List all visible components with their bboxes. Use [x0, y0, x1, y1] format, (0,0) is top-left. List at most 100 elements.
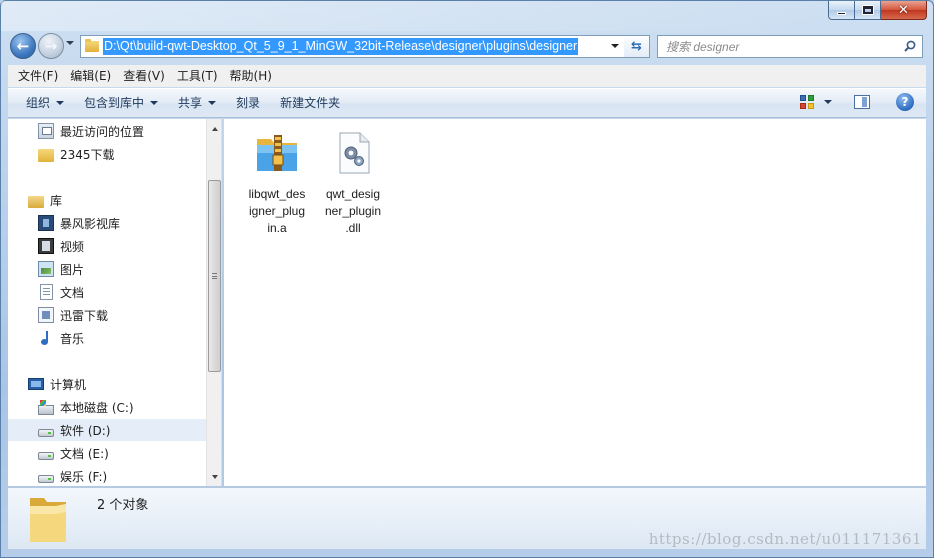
- search-icon[interactable]: [904, 40, 916, 52]
- nav-item-drive-e[interactable]: 文档 (E:): [38, 442, 109, 464]
- chevron-down-icon: [56, 101, 65, 105]
- file-item[interactable]: libqwt_des igner_plug in.a: [244, 129, 310, 237]
- dll-settings-icon: [339, 132, 370, 174]
- share-button[interactable]: 共享: [168, 93, 226, 113]
- include-in-library-label: 包含到库中: [84, 96, 145, 110]
- back-button[interactable]: ←: [10, 33, 36, 59]
- back-arrow-icon: ←: [16, 36, 30, 55]
- nav-item-recent-places[interactable]: 最近访问的位置: [38, 120, 144, 142]
- system-drive-icon: [38, 399, 54, 415]
- title-bar[interactable]: [1, 1, 821, 31]
- nav-item-label: 最近访问的位置: [60, 124, 145, 139]
- drive-icon: [38, 429, 54, 437]
- nav-item-label: 视频: [60, 239, 85, 254]
- nav-item-2345-downloads[interactable]: 2345下载: [38, 143, 115, 165]
- nav-item-label: 文档 (E:): [60, 446, 109, 461]
- scrollbar-thumb[interactable]: [208, 180, 221, 372]
- caption-buttons: ✕: [828, 1, 927, 21]
- navigation-pane: 最近访问的位置 2345下载 库 暴风影视库 视频 图片 文档 迅雷下载 音乐 …: [8, 119, 222, 486]
- burn-button[interactable]: 刻录: [226, 93, 270, 113]
- document-icon: [40, 284, 53, 300]
- nav-item-computer[interactable]: 计算机: [28, 373, 86, 395]
- library-icon: [28, 195, 44, 208]
- preview-pane-icon[interactable]: [854, 95, 870, 109]
- file-name: libqwt_des igner_plug in.a: [248, 187, 306, 235]
- nav-item-label: 娱乐 (F:): [60, 469, 108, 484]
- drive-icon: [38, 452, 54, 460]
- menu-file[interactable]: 文件(F): [12, 66, 64, 86]
- watermark-text: https://blog.csdn.net/u011171361: [648, 530, 922, 548]
- forward-arrow-icon: →: [44, 36, 58, 55]
- burn-label: 刻录: [236, 96, 261, 110]
- menu-bar: 文件(F) 编辑(E) 查看(V) 工具(T) 帮助(H): [8, 65, 926, 87]
- video-library-icon: [38, 215, 54, 231]
- nav-item-label: 迅雷下载: [60, 308, 109, 323]
- nav-item-video-library[interactable]: 暴风影视库: [38, 212, 120, 234]
- close-button[interactable]: ✕: [881, 1, 927, 20]
- item-count: 2 个对象: [97, 498, 149, 513]
- file-item[interactable]: qwt_desig ner_plugin .dll: [320, 129, 386, 237]
- scroll-up-button[interactable]: [207, 121, 221, 137]
- nav-item-documents[interactable]: 文档: [38, 281, 84, 303]
- refresh-icon: ⇆: [631, 39, 642, 54]
- nav-item-label: 软件 (D:): [60, 423, 111, 438]
- forward-button[interactable]: →: [38, 33, 64, 59]
- address-bar[interactable]: D:\Qt\build-qwt-Desktop_Qt_5_9_1_MinGW_3…: [80, 35, 626, 58]
- chevron-down-icon: [212, 475, 218, 479]
- maximize-icon: [862, 6, 873, 14]
- nav-item-drive-d[interactable]: 软件 (D:): [8, 419, 206, 441]
- nav-item-label: 计算机: [50, 377, 87, 392]
- close-icon: ✕: [898, 2, 909, 18]
- chevron-down-icon: [208, 101, 217, 105]
- menu-tools[interactable]: 工具(T): [171, 66, 224, 86]
- change-view-icon[interactable]: [800, 95, 814, 109]
- recent-pages-dropdown-icon[interactable]: [66, 41, 74, 45]
- nav-item-label: 图片: [60, 262, 85, 277]
- menu-help[interactable]: 帮助(H): [224, 66, 278, 86]
- search-box[interactable]: [657, 35, 923, 58]
- minimize-button[interactable]: [828, 1, 855, 20]
- command-bar-right: ?: [800, 93, 926, 111]
- maximize-button[interactable]: [855, 1, 881, 20]
- navigation-row: ← → D:\Qt\build-qwt-Desktop_Qt_5_9_1_Min…: [10, 32, 926, 60]
- chevron-down-icon: [150, 101, 159, 105]
- address-path[interactable]: D:\Qt\build-qwt-Desktop_Qt_5_9_1_MinGW_3…: [103, 38, 579, 55]
- music-icon: [38, 330, 54, 346]
- download-icon: [38, 307, 54, 323]
- navigation-scrollbar[interactable]: [206, 119, 221, 486]
- organize-label: 组织: [26, 96, 51, 110]
- menu-view[interactable]: 查看(V): [117, 66, 171, 86]
- film-icon: [38, 238, 54, 254]
- file-list[interactable]: libqwt_des igner_plug in.a qwt_desig ner_pl…: [224, 119, 926, 486]
- nav-item-music[interactable]: 音乐: [38, 327, 84, 349]
- nav-item-label: 本地磁盘 (C:): [60, 400, 134, 415]
- folder-icon: [38, 148, 54, 162]
- search-input[interactable]: [666, 39, 902, 54]
- address-dropdown-icon[interactable]: [611, 44, 619, 48]
- chevron-up-icon: [212, 127, 218, 131]
- nav-item-label: 暴风影视库: [60, 216, 121, 231]
- nav-item-label: 文档: [60, 285, 85, 300]
- organize-button[interactable]: 组织: [8, 93, 74, 113]
- recent-places-icon: [38, 123, 54, 139]
- help-icon[interactable]: ?: [896, 93, 914, 111]
- nav-item-drive-c[interactable]: 本地磁盘 (C:): [38, 396, 134, 418]
- archive-icon: [257, 135, 297, 171]
- nav-item-drive-f[interactable]: 娱乐 (F:): [38, 465, 107, 486]
- nav-item-pictures[interactable]: 图片: [38, 258, 84, 280]
- include-in-library-button[interactable]: 包含到库中: [74, 93, 168, 113]
- nav-item-videos[interactable]: 视频: [38, 235, 84, 257]
- nav-item-libraries[interactable]: 库: [28, 189, 62, 211]
- menu-edit[interactable]: 编辑(E): [64, 66, 117, 86]
- view-options-dropdown-icon[interactable]: [824, 100, 832, 104]
- folder-icon: [85, 39, 99, 52]
- picture-icon: [38, 261, 54, 277]
- scroll-down-button[interactable]: [207, 469, 221, 485]
- new-folder-button[interactable]: 新建文件夹: [270, 93, 350, 113]
- grip-icon: [212, 273, 217, 279]
- share-label: 共享: [178, 96, 203, 110]
- command-bar: 组织 包含到库中 共享 刻录 新建文件夹 ?: [8, 88, 926, 118]
- nav-item-xunlei-downloads[interactable]: 迅雷下载: [38, 304, 108, 326]
- refresh-button[interactable]: ⇆: [624, 35, 650, 58]
- file-name: qwt_desig ner_plugin .dll: [324, 187, 382, 235]
